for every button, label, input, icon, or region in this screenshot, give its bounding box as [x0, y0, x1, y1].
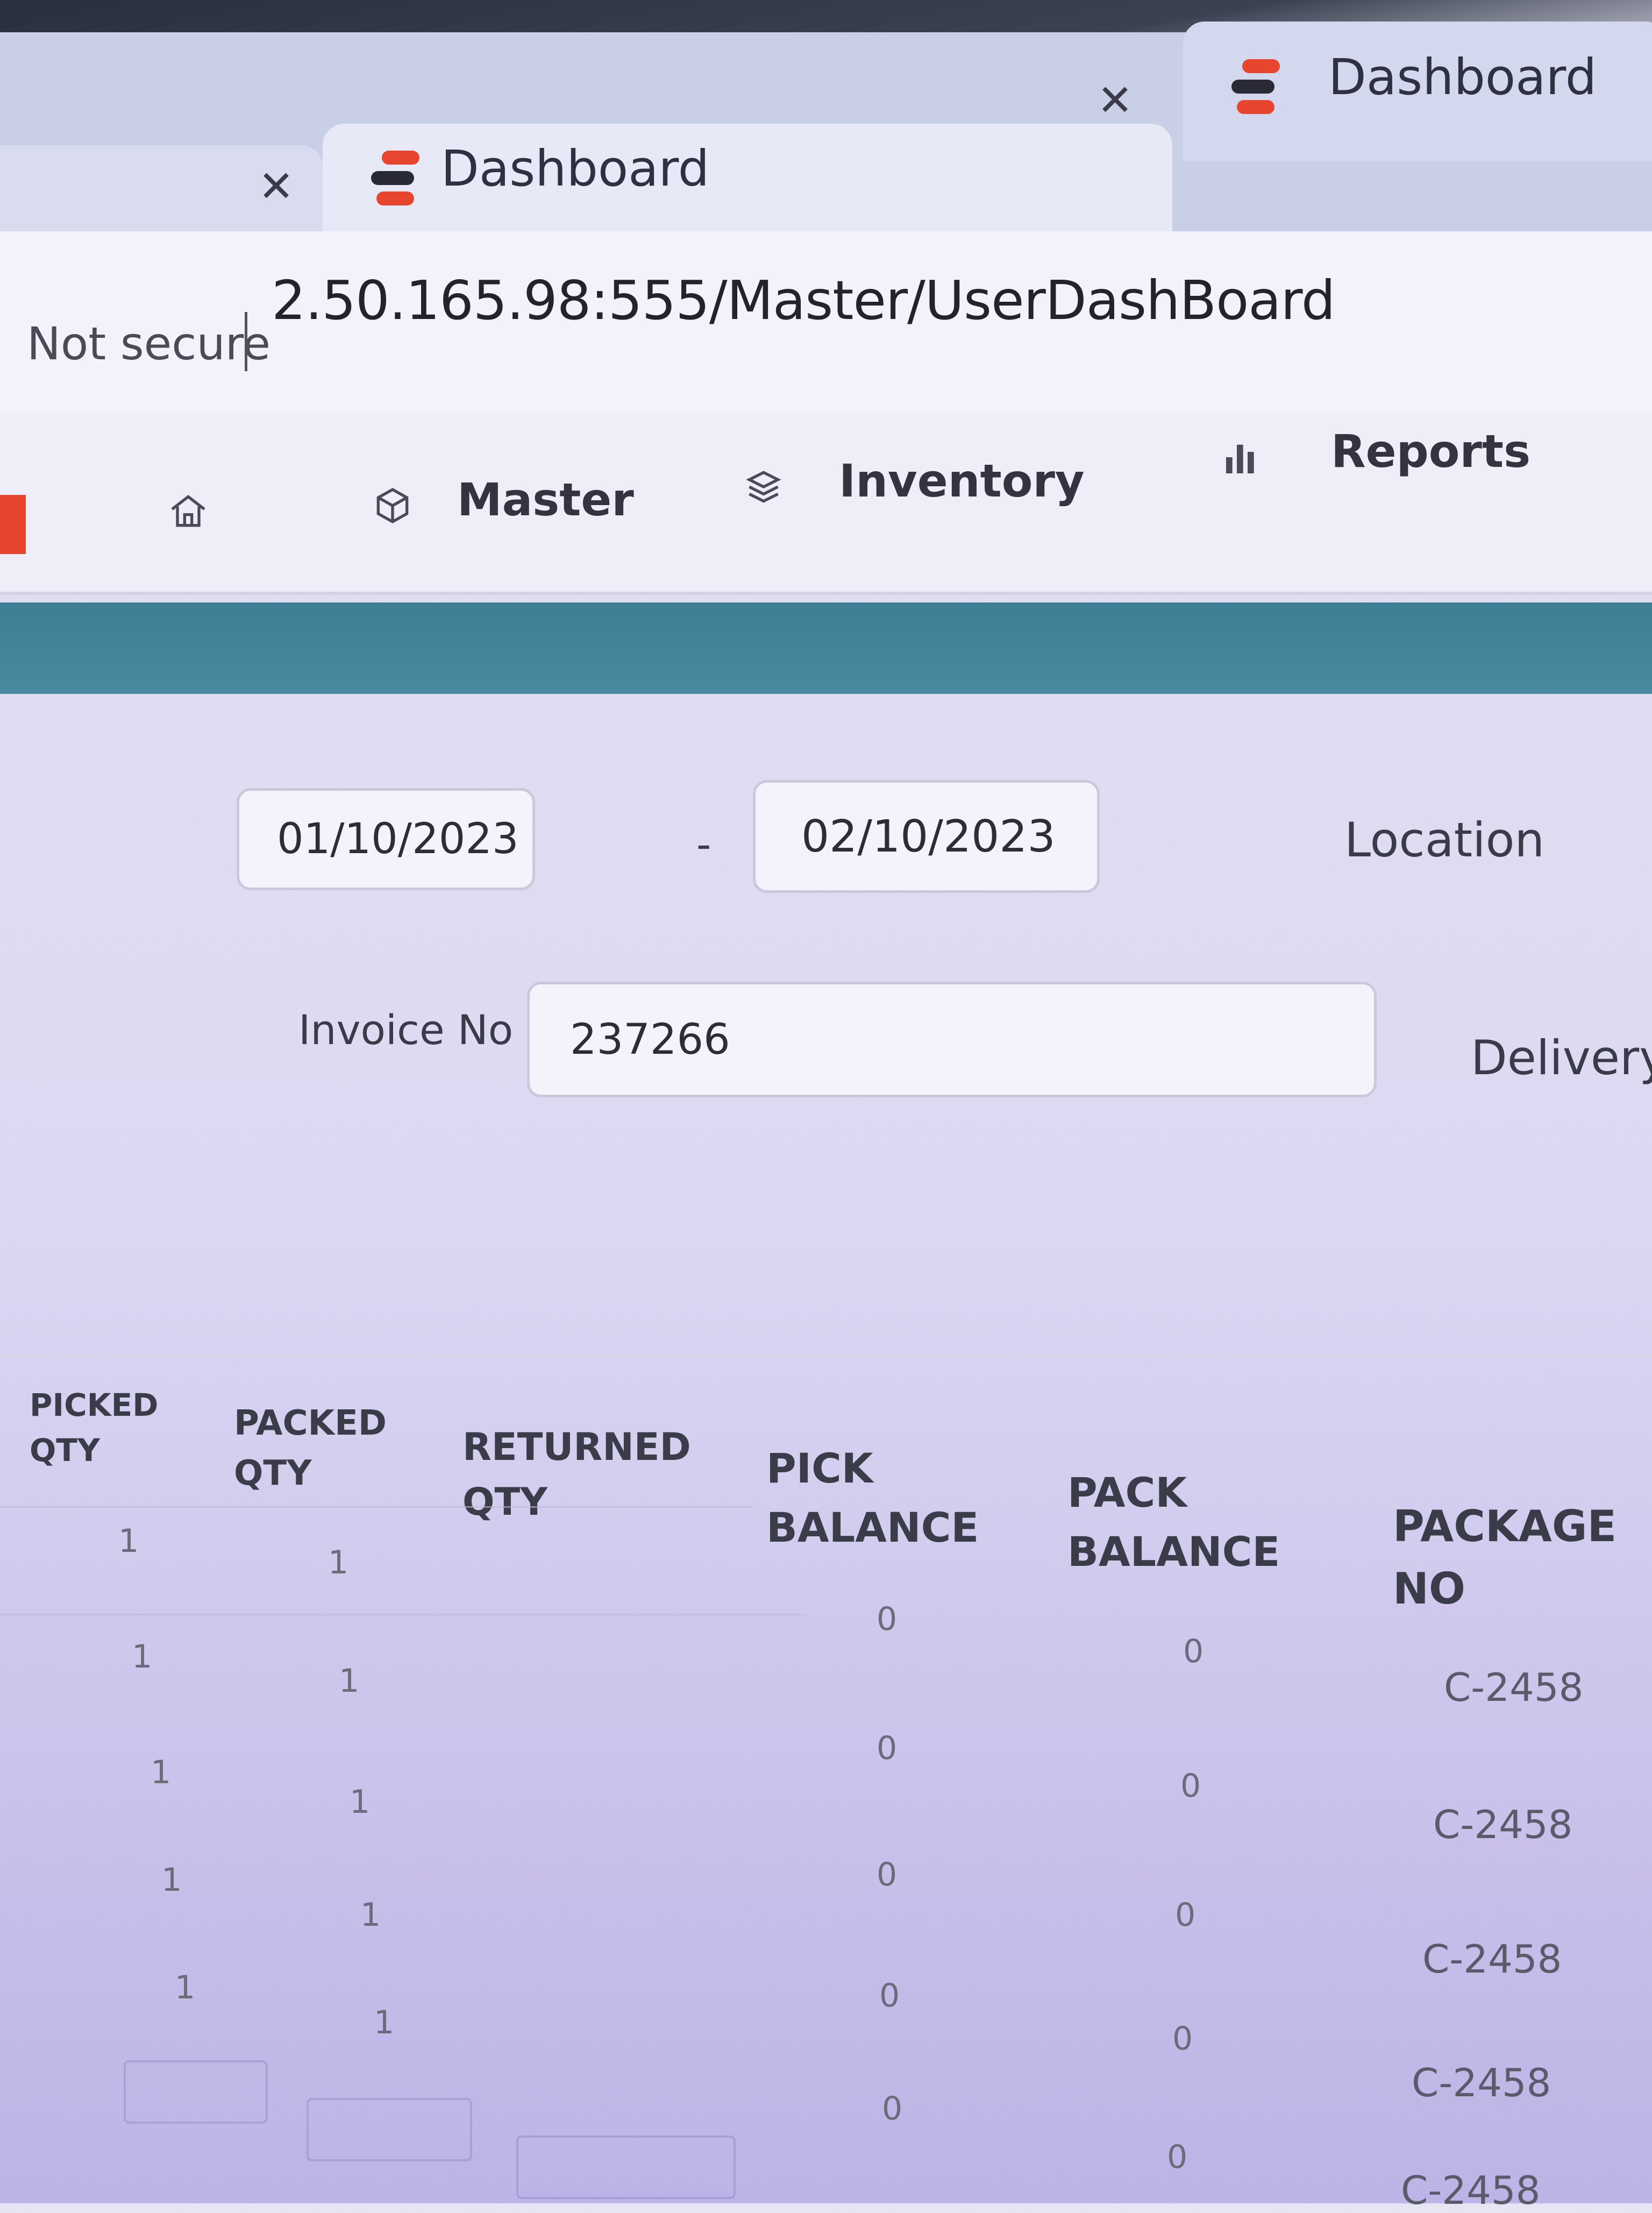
col-header-packed-qty[interactable]: PACKED QTY	[234, 1399, 387, 1499]
close-tab-icon[interactable]: ✕	[1097, 75, 1133, 125]
security-status[interactable]: Not secure	[27, 317, 270, 370]
cell-packed-qty: 1	[360, 1896, 381, 1934]
menu-toggle[interactable]	[0, 495, 26, 554]
layers-icon	[742, 465, 785, 510]
cell-pick-balance: 0	[877, 1856, 898, 1893]
cell-package-no: C-2458	[1444, 1665, 1584, 1710]
page-header-band	[0, 602, 1652, 694]
table-header-divider	[0, 1356, 1652, 1358]
cell-pack-balance: 0	[1183, 1633, 1204, 1670]
row-action-button[interactable]	[516, 2136, 736, 2199]
cell-picked-qty: 1	[118, 1522, 139, 1560]
col-header-picked-qty[interactable]: PICKED QTY	[30, 1382, 158, 1473]
col-header-package-no[interactable]: PACKAGE NO	[1393, 1495, 1617, 1620]
url-text[interactable]: 2.50.165.98:555/Master/UserDashBoard	[272, 269, 1335, 332]
cell-package-no: C-2458	[1401, 2168, 1541, 2213]
row-divider	[0, 1506, 753, 1508]
address-bar[interactable]: Not secure 2.50.165.98:555/Master/UserDa…	[0, 231, 1652, 416]
cell-pack-balance: 0	[1180, 1767, 1201, 1805]
app-logo-icon	[366, 145, 425, 210]
cell-picked-qty: 1	[161, 1861, 182, 1899]
nav-label: Reports	[1331, 425, 1531, 478]
date-from-input[interactable]: 01/10/2023	[237, 788, 535, 890]
delivery-label: Delivery	[1471, 1030, 1652, 1086]
col-header-pack-balance[interactable]: PACK BALANCE	[1067, 1463, 1280, 1581]
address-divider	[245, 312, 247, 371]
cell-pick-balance: 0	[877, 1600, 898, 1638]
cell-pick-balance: 0	[879, 1977, 900, 2015]
cell-pack-balance: 0	[1172, 2020, 1193, 2058]
row-action-button[interactable]	[307, 2098, 472, 2161]
tab-dashboard[interactable]: Dashboard	[1183, 22, 1652, 161]
nav-label: Inventory	[839, 455, 1085, 507]
location-label: Location	[1344, 812, 1545, 868]
cell-packed-qty: 1	[374, 2004, 395, 2041]
nav-label: Master	[457, 473, 634, 526]
close-tab-icon[interactable]: ✕	[258, 161, 294, 211]
cell-packed-qty: 1	[350, 1783, 371, 1821]
bar-chart-icon	[1221, 436, 1264, 481]
home-icon[interactable]	[167, 490, 210, 535]
cell-packed-qty: 1	[328, 1544, 349, 1581]
tab-title: Dashboard	[1328, 48, 1597, 106]
cell-picked-qty: 1	[132, 1638, 153, 1676]
col-header-returned-qty[interactable]: RETURNED QTY	[462, 1420, 691, 1529]
date-to-input[interactable]: 02/10/2023	[753, 780, 1100, 893]
cell-packed-qty: 1	[339, 1662, 360, 1700]
cell-pick-balance: 0	[882, 2090, 903, 2127]
app-logo-icon	[1226, 54, 1285, 118]
cell-picked-qty: 1	[151, 1754, 172, 1791]
invoice-no-input[interactable]: 237266	[527, 982, 1377, 1097]
tab-title: Dashboard	[441, 140, 710, 197]
cell-package-no: C-2458	[1412, 2060, 1551, 2105]
invoice-no-label: Invoice No	[298, 1006, 514, 1054]
cell-pick-balance: 0	[877, 1729, 898, 1767]
cell-pack-balance: 0	[1175, 1896, 1196, 1934]
cell-picked-qty: 1	[175, 1969, 196, 2006]
date-separator: -	[696, 820, 711, 868]
cell-pack-balance: 0	[1167, 2138, 1188, 2176]
cell-package-no: C-2458	[1433, 1802, 1573, 1847]
row-divider	[0, 1614, 807, 1615]
col-header-pick-balance[interactable]: PICK BALANCE	[766, 1439, 979, 1557]
cell-package-no: C-2458	[1422, 1937, 1562, 1982]
row-action-button[interactable]	[124, 2060, 268, 2124]
cube-icon	[371, 484, 414, 529]
